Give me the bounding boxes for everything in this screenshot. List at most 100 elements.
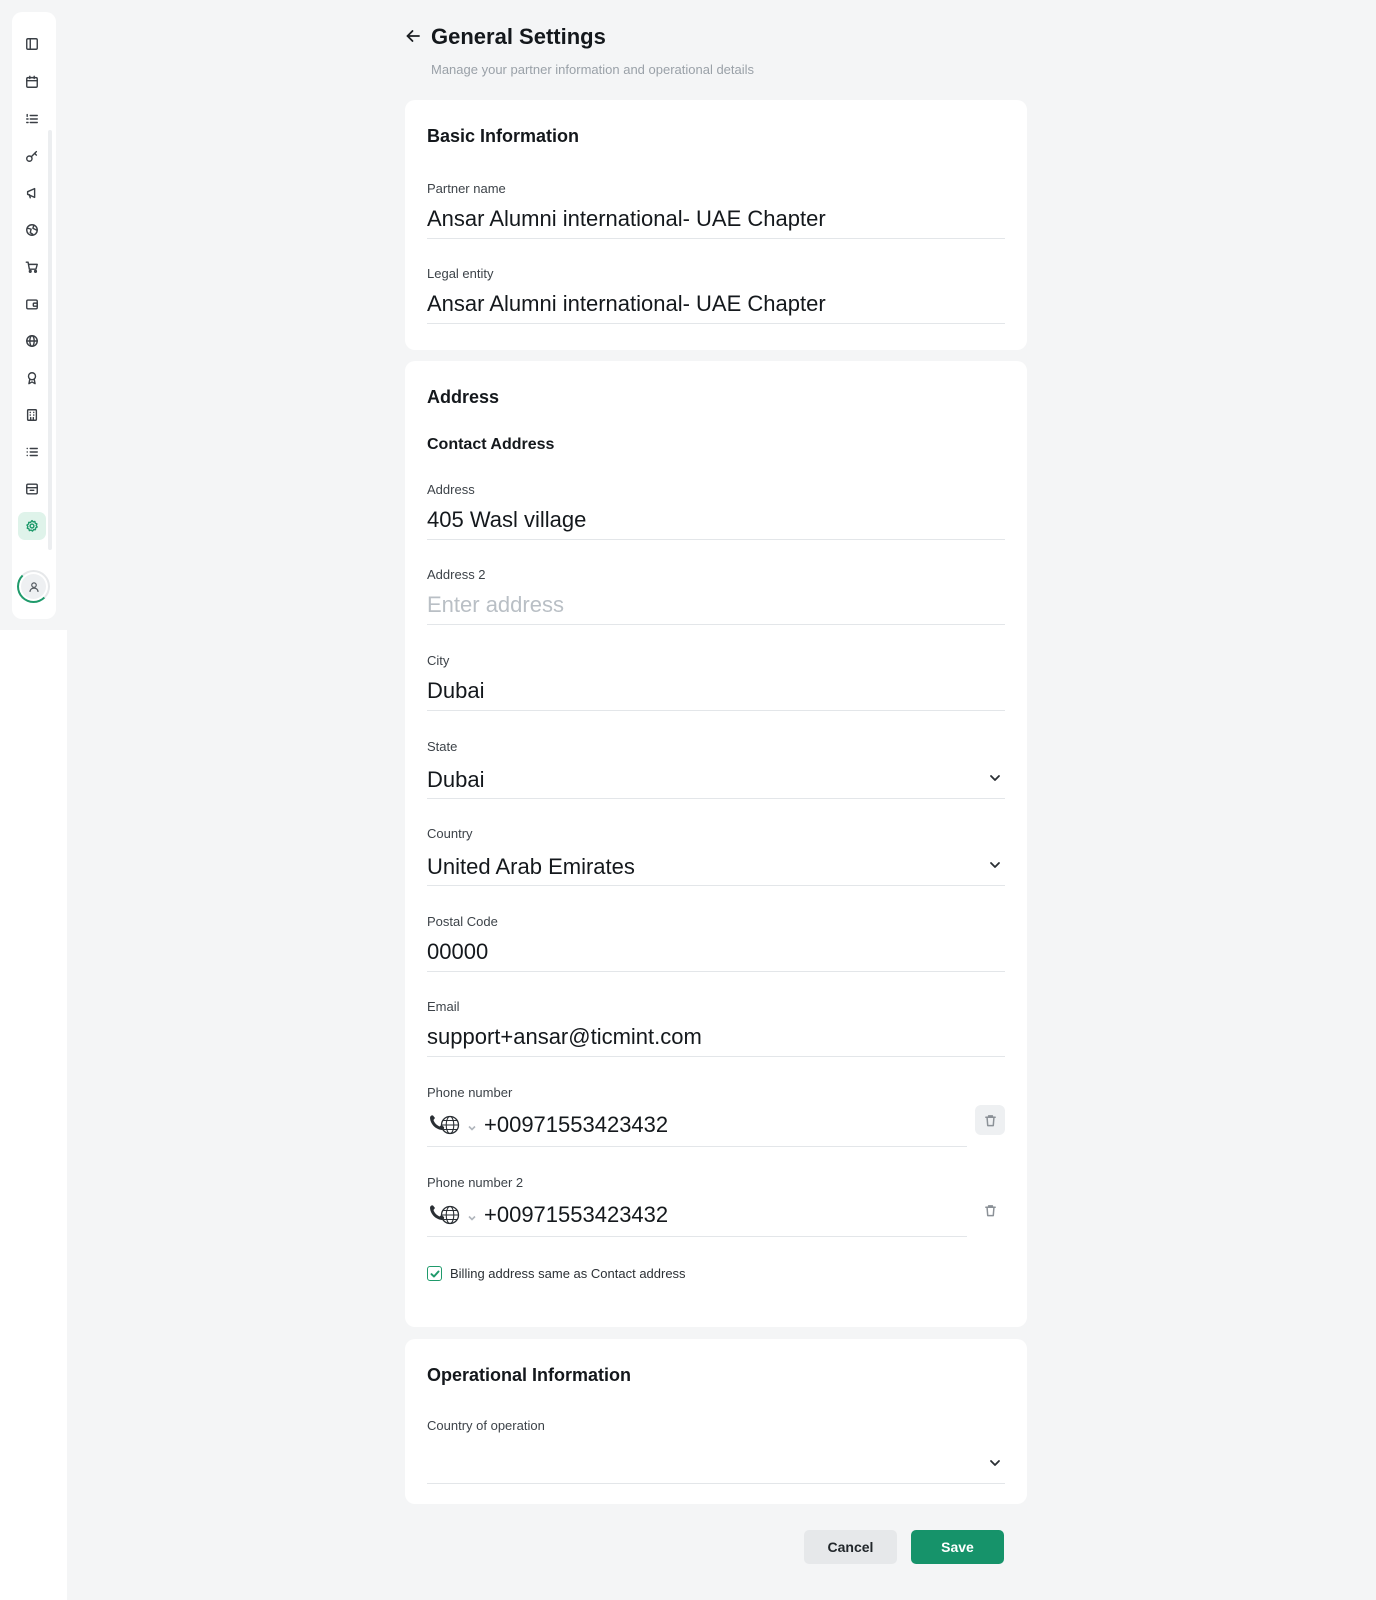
partner-name-label: Partner name <box>427 181 506 196</box>
sidebar-item-campaigns[interactable] <box>18 179 46 207</box>
page-title: General Settings <box>431 24 606 49</box>
globe-grid-icon <box>26 224 38 236</box>
country-select-value: United Arab Emirates <box>427 854 635 879</box>
phone-country-chevron-down-icon <box>467 1120 477 1131</box>
country-of-operation-label: Country of operation <box>427 1418 545 1433</box>
sidebar-toggle-button[interactable] <box>18 30 46 58</box>
phone2-input[interactable] <box>484 1193 964 1237</box>
partner-name-input[interactable] <box>427 199 1005 239</box>
city-field: City <box>427 653 1005 711</box>
phone-row <box>427 1103 1005 1147</box>
country-label: Country <box>427 826 473 841</box>
phone-globe-icon <box>427 1113 463 1137</box>
phone2-label: Phone number 2 <box>427 1175 524 1190</box>
state-select-value: Dubai <box>427 767 485 792</box>
sidebar-item-list[interactable] <box>18 438 46 466</box>
globe-icon <box>26 335 38 347</box>
address2-label: Address 2 <box>427 567 486 582</box>
address2-field: Address 2 <box>427 567 1005 625</box>
legal-entity-input[interactable] <box>427 284 1005 324</box>
address-title: Address <box>427 387 500 407</box>
operational-information-card: Operational Information Country of opera… <box>405 1339 1027 1504</box>
country-of-operation-chevron-down-icon <box>989 1456 1001 1468</box>
legal-entity-field: Legal entity <box>427 266 1005 324</box>
building-icon <box>26 409 38 421</box>
postal-code-input[interactable] <box>427 932 1005 972</box>
address-field: Address <box>427 482 1005 540</box>
user-avatar[interactable] <box>17 570 50 603</box>
phone-country-picker[interactable] <box>427 1113 479 1137</box>
country-of-operation-field: Country of operation <box>427 1418 1005 1484</box>
calendar-icon <box>26 75 38 88</box>
basic-information-card: Basic Information Partner name Legal ent… <box>405 100 1027 350</box>
sidebar-item-orders[interactable] <box>18 253 46 281</box>
address2-input[interactable] <box>427 585 1005 625</box>
panel-toggle-icon <box>26 38 38 50</box>
partner-name-field: Partner name <box>427 181 1005 239</box>
state-select[interactable]: Dubai <box>427 757 1005 799</box>
phone2-globe-icon <box>427 1203 463 1227</box>
delete-phone-button[interactable] <box>975 1105 1005 1135</box>
sidebar-item-awards[interactable] <box>18 364 46 392</box>
phone-field: Phone number <box>427 1085 1005 1147</box>
cart-icon <box>25 261 38 273</box>
page-subtitle: Manage your partner information and oper… <box>431 62 755 77</box>
phone-input-wrap <box>427 1103 967 1147</box>
postal-code-field: Postal Code <box>427 914 1005 972</box>
sidebar-item-network[interactable] <box>18 216 46 244</box>
state-label: State <box>427 739 458 754</box>
sidebar-scrollbar[interactable] <box>48 130 52 550</box>
sidebar-item-calendar[interactable] <box>18 68 46 96</box>
address-label: Address <box>427 482 475 497</box>
address-input[interactable] <box>427 500 1005 540</box>
user-icon <box>28 581 39 592</box>
email-input[interactable] <box>427 1017 1005 1057</box>
wallet-icon <box>26 299 38 310</box>
trash-icon <box>984 1204 996 1216</box>
archive-icon <box>26 483 38 495</box>
sidebar-item-organization[interactable] <box>18 401 46 429</box>
billing-same-checkbox-row[interactable]: Billing address same as Contact address <box>427 1266 686 1281</box>
sidebar-item-ordered-list[interactable] <box>18 105 46 133</box>
billing-same-checkbox[interactable] <box>427 1266 442 1281</box>
save-button[interactable]: Save <box>911 1530 1004 1564</box>
address-card: Address Contact Address Address Address … <box>405 361 1027 1327</box>
sidebar-item-archive[interactable] <box>18 475 46 503</box>
contact-address-title: Contact Address <box>427 436 555 453</box>
basic-information-title: Basic Information <box>427 126 580 146</box>
country-field: Country United Arab Emirates <box>427 826 1005 886</box>
state-chevron-down-icon <box>989 771 1001 783</box>
sidebar-item-web[interactable] <box>18 327 46 355</box>
delete-phone2-button[interactable] <box>975 1195 1005 1225</box>
cancel-button[interactable]: Cancel <box>804 1530 897 1564</box>
trash-icon <box>984 1114 996 1126</box>
phone2-country-chevron-down-icon <box>467 1210 477 1221</box>
country-of-operation-select[interactable] <box>427 1436 1005 1484</box>
email-label: Email <box>427 999 460 1014</box>
back-button[interactable] <box>405 28 423 46</box>
operational-information-title: Operational Information <box>427 1365 632 1385</box>
megaphone-icon <box>26 187 36 199</box>
phone2-field: Phone number 2 <box>427 1175 1005 1237</box>
phone-label: Phone number <box>427 1085 513 1100</box>
email-field: Email <box>427 999 1005 1057</box>
arrow-left-icon <box>406 30 420 42</box>
state-field: State Dubai <box>427 739 1005 799</box>
legal-entity-label: Legal entity <box>427 266 494 281</box>
phone2-input-wrap <box>427 1193 967 1237</box>
billing-same-label: Billing address same as Contact address <box>450 1266 686 1281</box>
postal-code-label: Postal Code <box>427 914 498 929</box>
city-input[interactable] <box>427 671 1005 711</box>
key-icon <box>26 150 38 162</box>
sidebar <box>12 12 56 619</box>
country-select[interactable]: United Arab Emirates <box>427 844 1005 886</box>
phone2-country-picker[interactable] <box>427 1203 479 1227</box>
country-chevron-down-icon <box>989 858 1001 870</box>
sidebar-item-settings[interactable] <box>18 512 46 540</box>
city-label: City <box>427 653 450 668</box>
avatar-circle <box>21 574 46 599</box>
sidebar-item-wallet[interactable] <box>18 290 46 318</box>
check-icon <box>430 1270 439 1277</box>
phone-input[interactable] <box>484 1103 964 1147</box>
sidebar-item-keys[interactable] <box>18 142 46 170</box>
